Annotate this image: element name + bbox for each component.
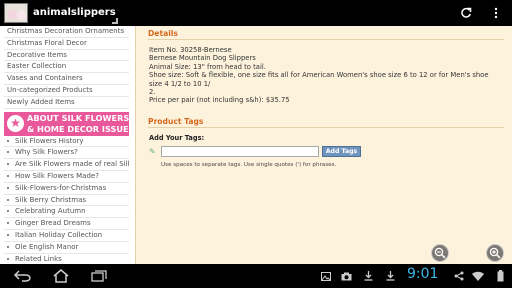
sidebar-link[interactable]: Decorative Items: [4, 50, 129, 62]
sublink-label: Why Silk Flowers?: [15, 148, 78, 157]
sublink-label: Italian Holiday Collection: [15, 230, 103, 239]
overflow-menu-icon: [494, 7, 498, 19]
add-tags-button[interactable]: Add Tags: [322, 145, 361, 157]
sidebar-link[interactable]: Un-categorized Products: [4, 85, 129, 97]
sidebar-link[interactable]: Christmas Decoration Ornaments: [4, 26, 129, 38]
star-icon: ★: [7, 114, 24, 132]
sublink-label: Silk Flowers History: [15, 136, 84, 145]
bullet-icon: [7, 233, 9, 236]
battery-icon: [494, 269, 506, 283]
bullet-icon: [7, 139, 9, 142]
sublink-label: Silk Berry Christmas: [15, 195, 87, 204]
refresh-icon: [461, 7, 472, 18]
sidebar-link[interactable]: Christmas Floral Decor: [4, 38, 129, 50]
banner-line: ABOUT SILK FLOWERS: [27, 112, 130, 123]
system-navigation-bar: 9:01: [0, 264, 512, 288]
sidebar-sublink[interactable]: Related Links: [4, 254, 129, 264]
home-button[interactable]: [50, 268, 72, 284]
bullet-icon: [7, 257, 9, 260]
zoom-out-icon: [434, 247, 446, 259]
product-details: Item No. 30258-Bernese Bernese Mountain …: [149, 46, 499, 105]
tag-input[interactable]: [161, 145, 319, 157]
sidebar-sublink[interactable]: Ginger Bread Dreams: [4, 218, 129, 230]
sidebar-sublink[interactable]: Ole English Manor: [4, 242, 129, 254]
bullet-icon: [7, 163, 9, 166]
sublink-label: Related Links: [15, 254, 62, 263]
back-icon: [13, 270, 31, 282]
refresh-button[interactable]: [457, 4, 475, 22]
bullet-icon: [7, 222, 9, 225]
zoom-in-button[interactable]: [486, 244, 504, 262]
sublink-label: Silk-Flowers-for-Christmas: [15, 183, 107, 192]
sublink-label: Ginger Bread Dreams: [15, 219, 91, 228]
shoe-size: Shoe size: Soft & flexible, one size fit…: [149, 71, 489, 88]
sublink-label: How Silk Flowers Made?: [15, 171, 99, 180]
product-tags-heading: Product Tags: [148, 114, 504, 128]
tag-hint: Use spaces to separate tags. Use single …: [161, 161, 337, 168]
bullet-icon: [7, 174, 9, 177]
app-title: animalslippers: [33, 7, 116, 18]
wifi-icon: [472, 269, 484, 283]
sidebar-sublink[interactable]: Italian Holiday Collection: [4, 230, 129, 242]
shoe-size-continued: 2.: [149, 88, 156, 97]
sidebar-sublink[interactable]: Silk Berry Christmas: [4, 195, 129, 207]
slipper-image: [8, 9, 17, 19]
bullet-icon: [7, 245, 9, 248]
action-bar: animalslippers: [0, 0, 512, 26]
tag-form: ✎ Add Tags: [149, 145, 512, 158]
add-tags-label: Add Your Tags:: [149, 133, 205, 142]
sidebar-link[interactable]: Vases and Containers: [4, 73, 129, 85]
bullet-icon: [7, 151, 9, 154]
bullet-icon: [7, 198, 9, 201]
clock: 9:01: [407, 266, 439, 282]
sublink-label: Are Silk Flowers made of real Silk?: [15, 160, 129, 169]
about-silk-flowers-banner: ★ ABOUT SILK FLOWERS & HOME DECOR ISSUE: [4, 111, 130, 136]
slipper-image: [17, 10, 26, 20]
item-number: Item No. 30258-Bernese: [149, 46, 232, 54]
price: Price per pair (not including s&h): $35.…: [149, 96, 290, 105]
sidebar: Christmas Decoration Ornaments Christmas…: [4, 26, 129, 264]
app-icon[interactable]: [4, 3, 28, 23]
webview-content: Christmas Decoration Ornaments Christmas…: [0, 26, 512, 264]
banner-line: & HOME DECOR ISSUE: [27, 123, 129, 134]
zoom-in-icon: [489, 247, 501, 259]
sublink-label: Ole English Manor: [15, 242, 79, 251]
sidebar-sublink[interactable]: Silk Flowers History: [4, 136, 129, 148]
overflow-menu-button[interactable]: [487, 4, 505, 22]
sublink-label: Celebrating Autumn: [15, 207, 86, 216]
dropdown-corner-icon: [112, 18, 118, 24]
sidebar-link[interactable]: Easter Collection: [4, 61, 129, 74]
gallery-icon: [320, 269, 332, 283]
sidebar-sublink[interactable]: How Silk Flowers Made?: [4, 171, 129, 183]
tag-icon: ✎: [149, 146, 156, 156]
share-icon: [453, 269, 465, 283]
sidebar-link[interactable]: Newly Added Items: [4, 97, 129, 109]
zoom-out-button[interactable]: [431, 244, 449, 262]
download-icon: [384, 269, 396, 283]
home-icon: [53, 269, 69, 283]
product-panel: Details Item No. 30258-Bernese Bernese M…: [135, 26, 512, 264]
bullet-icon: [7, 210, 9, 213]
bullet-icon: [7, 186, 9, 189]
camera-icon: [340, 269, 352, 283]
download-icon: [362, 269, 374, 283]
back-button[interactable]: [12, 268, 34, 284]
recent-apps-button[interactable]: [88, 268, 110, 284]
details-heading: Details: [148, 26, 504, 40]
product-name: Bernese Mountain Dog Slippers: [149, 54, 256, 63]
animal-size: Animal Size: 13" from head to tail.: [149, 62, 266, 71]
sidebar-sublink[interactable]: Why Silk Flowers?: [4, 147, 129, 160]
sidebar-sublink[interactable]: Silk-Flowers-for-Christmas: [4, 183, 129, 195]
recent-apps-icon: [91, 270, 107, 282]
sidebar-sublink[interactable]: Are Silk Flowers made of real Silk?: [4, 159, 129, 171]
sidebar-sublink[interactable]: Celebrating Autumn: [4, 206, 129, 219]
